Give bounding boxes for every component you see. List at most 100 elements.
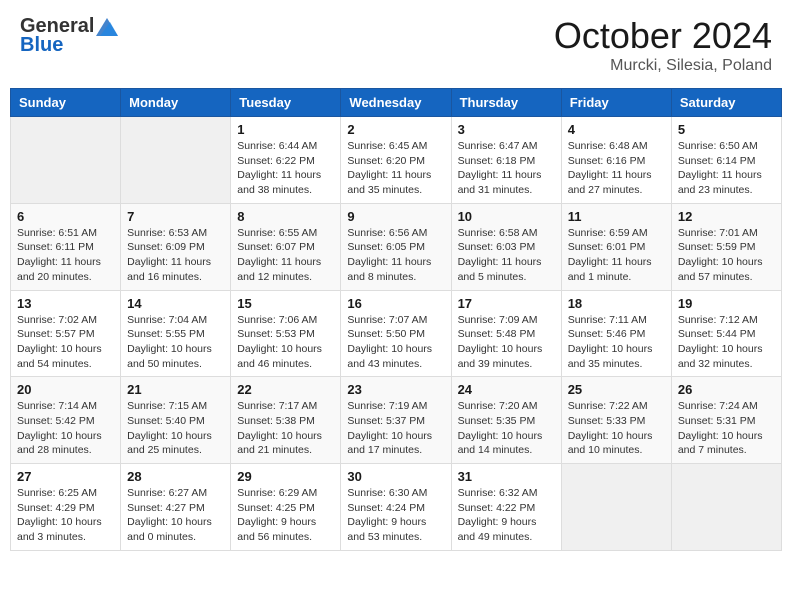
- day-info: Sunrise: 7:01 AM Sunset: 5:59 PM Dayligh…: [678, 226, 775, 285]
- calendar-cell: 22 Sunrise: 7:17 AM Sunset: 5:38 PM Dayli…: [231, 377, 341, 464]
- calendar-cell: 3Sunrise: 6:47 AM Sunset: 6:18 PM Daylig…: [451, 117, 561, 204]
- calendar-cell: 15 Sunrise: 7:06 AM Sunset: 5:53 PM Dayli…: [231, 290, 341, 377]
- day-number: 6: [17, 209, 114, 224]
- location: Murcki, Silesia, Poland: [554, 57, 772, 75]
- week-row-3: 13 Sunrise: 7:02 AM Sunset: 5:57 PM Dayli…: [11, 290, 782, 377]
- day-number: 15: [237, 296, 334, 311]
- day-info: Sunrise: 6:44 AM Sunset: 6:22 PM Dayligh…: [237, 139, 334, 198]
- day-info: Sunrise: 7:04 AM Sunset: 5:55 PM Dayligh…: [127, 313, 224, 372]
- day-info: Sunrise: 7:24 AM Sunset: 5:31 PM Dayligh…: [678, 399, 775, 458]
- day-info: Sunrise: 7:07 AM Sunset: 5:50 PM Dayligh…: [347, 313, 444, 372]
- page-header: General Blue October 2024 Murcki, Silesi…: [10, 10, 782, 80]
- day-number: 2: [347, 122, 444, 137]
- day-number: 27: [17, 469, 114, 484]
- day-number: 26: [678, 382, 775, 397]
- day-number: 1: [237, 122, 334, 137]
- calendar-cell: 10 Sunrise: 6:58 AM Sunset: 6:03 PM Dayli…: [451, 203, 561, 290]
- week-row-5: 27Sunrise: 6:25 AM Sunset: 4:29 PM Dayli…: [11, 464, 782, 551]
- week-row-4: 20 Sunrise: 7:14 AM Sunset: 5:42 PM Dayli…: [11, 377, 782, 464]
- day-info: Sunrise: 7:15 AM Sunset: 5:40 PM Dayligh…: [127, 399, 224, 458]
- calendar-cell: 30 Sunrise: 6:30 AM Sunset: 4:24 PM Dayli…: [341, 464, 451, 551]
- col-thursday: Thursday: [451, 89, 561, 117]
- day-info: Sunrise: 6:55 AM Sunset: 6:07 PM Dayligh…: [237, 226, 334, 285]
- day-number: 5: [678, 122, 775, 137]
- calendar-cell: 14 Sunrise: 7:04 AM Sunset: 5:55 PM Dayli…: [121, 290, 231, 377]
- calendar-cell: 4Sunrise: 6:48 AM Sunset: 6:16 PM Daylig…: [561, 117, 671, 204]
- day-info: Sunrise: 6:50 AM Sunset: 6:14 PM Dayligh…: [678, 139, 775, 198]
- day-info: Sunrise: 7:17 AM Sunset: 5:38 PM Dayligh…: [237, 399, 334, 458]
- title-area: October 2024 Murcki, Silesia, Poland: [554, 15, 772, 75]
- day-info: Sunrise: 7:14 AM Sunset: 5:42 PM Dayligh…: [17, 399, 114, 458]
- day-number: 11: [568, 209, 665, 224]
- day-number: 30: [347, 469, 444, 484]
- day-number: 31: [458, 469, 555, 484]
- calendar-cell: 28Sunrise: 6:27 AM Sunset: 4:27 PM Dayli…: [121, 464, 231, 551]
- day-info: Sunrise: 6:47 AM Sunset: 6:18 PM Dayligh…: [458, 139, 555, 198]
- day-number: 8: [237, 209, 334, 224]
- calendar-cell: 17 Sunrise: 7:09 AM Sunset: 5:48 PM Dayli…: [451, 290, 561, 377]
- day-number: 9: [347, 209, 444, 224]
- day-info: Sunrise: 7:12 AM Sunset: 5:44 PM Dayligh…: [678, 313, 775, 372]
- calendar-cell: 11 Sunrise: 6:59 AM Sunset: 6:01 PM Dayli…: [561, 203, 671, 290]
- day-number: 22: [237, 382, 334, 397]
- week-row-1: 1 Sunrise: 6:44 AM Sunset: 6:22 PM Daylig…: [11, 117, 782, 204]
- day-number: 29: [237, 469, 334, 484]
- day-number: 10: [458, 209, 555, 224]
- day-info: Sunrise: 7:22 AM Sunset: 5:33 PM Dayligh…: [568, 399, 665, 458]
- day-number: 4: [568, 122, 665, 137]
- day-info: Sunrise: 7:11 AM Sunset: 5:46 PM Dayligh…: [568, 313, 665, 372]
- calendar-cell: 12 Sunrise: 7:01 AM Sunset: 5:59 PM Dayli…: [671, 203, 781, 290]
- calendar-cell: 21 Sunrise: 7:15 AM Sunset: 5:40 PM Dayli…: [121, 377, 231, 464]
- col-sunday: Sunday: [11, 89, 121, 117]
- calendar-cell: 7Sunrise: 6:53 AM Sunset: 6:09 PM Daylig…: [121, 203, 231, 290]
- logo-icon: [96, 18, 118, 36]
- day-info: Sunrise: 7:20 AM Sunset: 5:35 PM Dayligh…: [458, 399, 555, 458]
- day-info: Sunrise: 6:30 AM Sunset: 4:24 PM Dayligh…: [347, 486, 444, 545]
- col-wednesday: Wednesday: [341, 89, 451, 117]
- calendar-cell: 16Sunrise: 7:07 AM Sunset: 5:50 PM Dayli…: [341, 290, 451, 377]
- calendar-cell: 2 Sunrise: 6:45 AM Sunset: 6:20 PM Daylig…: [341, 117, 451, 204]
- calendar-cell: 31Sunrise: 6:32 AM Sunset: 4:22 PM Dayli…: [451, 464, 561, 551]
- day-number: 17: [458, 296, 555, 311]
- day-number: 14: [127, 296, 224, 311]
- calendar-cell: 29 Sunrise: 6:29 AM Sunset: 4:25 PM Dayli…: [231, 464, 341, 551]
- day-info: Sunrise: 6:29 AM Sunset: 4:25 PM Dayligh…: [237, 486, 334, 545]
- calendar-cell: 26 Sunrise: 7:24 AM Sunset: 5:31 PM Dayli…: [671, 377, 781, 464]
- calendar-cell: 5 Sunrise: 6:50 AM Sunset: 6:14 PM Daylig…: [671, 117, 781, 204]
- calendar-cell: [11, 117, 121, 204]
- calendar-cell: [121, 117, 231, 204]
- month-title: October 2024: [554, 15, 772, 57]
- day-info: Sunrise: 6:51 AM Sunset: 6:11 PM Dayligh…: [17, 226, 114, 285]
- day-info: Sunrise: 6:59 AM Sunset: 6:01 PM Dayligh…: [568, 226, 665, 285]
- day-number: 19: [678, 296, 775, 311]
- week-row-2: 6 Sunrise: 6:51 AM Sunset: 6:11 PM Daylig…: [11, 203, 782, 290]
- calendar-cell: 27Sunrise: 6:25 AM Sunset: 4:29 PM Dayli…: [11, 464, 121, 551]
- day-info: Sunrise: 7:09 AM Sunset: 5:48 PM Dayligh…: [458, 313, 555, 372]
- day-number: 13: [17, 296, 114, 311]
- calendar-cell: 25Sunrise: 7:22 AM Sunset: 5:33 PM Dayli…: [561, 377, 671, 464]
- calendar-cell: 18 Sunrise: 7:11 AM Sunset: 5:46 PM Dayli…: [561, 290, 671, 377]
- day-info: Sunrise: 7:06 AM Sunset: 5:53 PM Dayligh…: [237, 313, 334, 372]
- day-number: 23: [347, 382, 444, 397]
- calendar-cell: 23Sunrise: 7:19 AM Sunset: 5:37 PM Dayli…: [341, 377, 451, 464]
- col-friday: Friday: [561, 89, 671, 117]
- day-number: 21: [127, 382, 224, 397]
- day-info: Sunrise: 7:02 AM Sunset: 5:57 PM Dayligh…: [17, 313, 114, 372]
- day-info: Sunrise: 6:56 AM Sunset: 6:05 PM Dayligh…: [347, 226, 444, 285]
- calendar-cell: 13 Sunrise: 7:02 AM Sunset: 5:57 PM Dayli…: [11, 290, 121, 377]
- col-tuesday: Tuesday: [231, 89, 341, 117]
- col-saturday: Saturday: [671, 89, 781, 117]
- logo: General Blue: [20, 15, 118, 57]
- day-number: 20: [17, 382, 114, 397]
- calendar-cell: [561, 464, 671, 551]
- calendar-cell: 1 Sunrise: 6:44 AM Sunset: 6:22 PM Daylig…: [231, 117, 341, 204]
- day-info: Sunrise: 6:58 AM Sunset: 6:03 PM Dayligh…: [458, 226, 555, 285]
- calendar-table: Sunday Monday Tuesday Wednesday Thursday…: [10, 88, 782, 551]
- day-number: 18: [568, 296, 665, 311]
- day-info: Sunrise: 6:27 AM Sunset: 4:27 PM Dayligh…: [127, 486, 224, 545]
- calendar-header-row: Sunday Monday Tuesday Wednesday Thursday…: [11, 89, 782, 117]
- day-info: Sunrise: 6:45 AM Sunset: 6:20 PM Dayligh…: [347, 139, 444, 198]
- calendar-cell: [671, 464, 781, 551]
- day-number: 12: [678, 209, 775, 224]
- day-number: 24: [458, 382, 555, 397]
